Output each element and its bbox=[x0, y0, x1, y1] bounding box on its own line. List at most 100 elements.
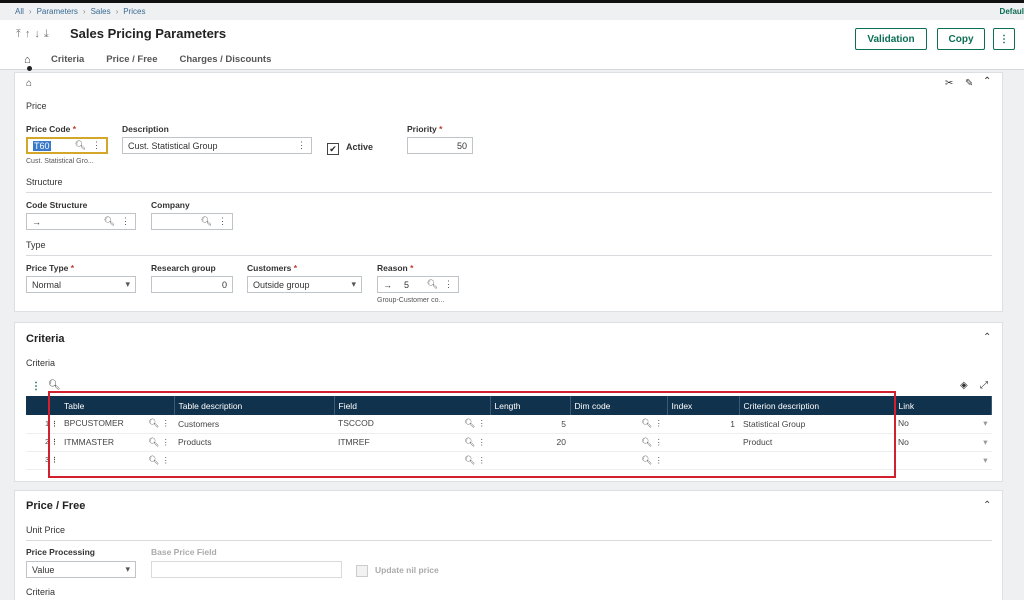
research-group-input[interactable]: 0 bbox=[151, 276, 233, 293]
active-checkbox[interactable]: ✔ bbox=[327, 143, 339, 155]
arrow-right-icon: → bbox=[32, 216, 41, 227]
price-code-label: Price Code * bbox=[26, 124, 77, 134]
next-record-icon[interactable]: ↓ bbox=[34, 28, 40, 41]
first-record-icon[interactable]: ⤒ bbox=[16, 28, 21, 41]
previous-record-icon[interactable]: ↑ bbox=[25, 28, 31, 41]
user-label[interactable]: Defaul bbox=[1000, 7, 1024, 16]
breadcrumb: All › Parameters › Sales › Prices bbox=[15, 7, 146, 16]
base-price-field-input[interactable] bbox=[151, 561, 342, 578]
company-input[interactable]: 🔍︎ ⋮ bbox=[151, 213, 233, 230]
chevron-down-icon: ▾ bbox=[125, 564, 130, 574]
home-icon[interactable]: ⌂ bbox=[26, 78, 32, 89]
active-tab-indicator bbox=[27, 66, 32, 71]
company-label: Company bbox=[151, 200, 190, 210]
main-panel: ⌂ ✂ ✎ ⌃ Price Price Code * T60 🔍︎ ⋮ Cust.… bbox=[14, 72, 1003, 312]
breadcrumb-all[interactable]: All bbox=[15, 7, 24, 16]
more-icon[interactable]: ⋮ bbox=[121, 216, 130, 227]
breadcrumb-prices[interactable]: Prices bbox=[123, 7, 145, 16]
customers-select[interactable]: Outside group ▾ bbox=[247, 276, 362, 293]
chevron-right-icon: › bbox=[115, 7, 119, 16]
search-icon[interactable]: 🔍︎ bbox=[48, 380, 61, 391]
chevron-up-icon[interactable]: ⌃ bbox=[983, 332, 991, 343]
price-code-value: T60 bbox=[33, 140, 51, 151]
reason-input[interactable]: → 5 🔍︎ ⋮ bbox=[377, 276, 459, 293]
chevron-up-icon[interactable]: ⌃ bbox=[983, 76, 991, 87]
section-structure-heading: Structure bbox=[26, 177, 63, 187]
breadcrumb-sales[interactable]: Sales bbox=[91, 7, 111, 16]
column-header-link[interactable]: Link bbox=[894, 396, 992, 415]
search-icon[interactable]: 🔍︎ bbox=[427, 279, 438, 290]
copy-button[interactable]: Copy bbox=[937, 28, 985, 50]
record-navigation: ⤒ ↑ ↓ ⤓ bbox=[16, 28, 49, 41]
more-actions-button[interactable]: ⋮ bbox=[993, 28, 1015, 50]
tab-charges-discounts[interactable]: Charges / Discounts bbox=[180, 54, 272, 65]
divider bbox=[26, 192, 992, 193]
validation-button[interactable]: Validation bbox=[855, 28, 927, 50]
reason-subtext: Group-Customer co... bbox=[377, 297, 445, 304]
more-icon[interactable]: ⋮ bbox=[297, 140, 306, 151]
section-type-heading: Type bbox=[26, 240, 46, 250]
edit-icon[interactable]: ✎ bbox=[965, 78, 973, 89]
highlight-box bbox=[48, 391, 896, 478]
more-icon[interactable]: ⋮ bbox=[444, 279, 453, 290]
expand-icon[interactable]: ⤢ bbox=[980, 380, 988, 391]
chevron-down-icon: ▾ bbox=[125, 279, 130, 289]
reason-label: Reason * bbox=[377, 263, 414, 273]
chevron-down-icon: ▾ bbox=[983, 454, 988, 465]
page-header: ⤒ ↑ ↓ ⤓ Sales Pricing Parameters Validat… bbox=[0, 20, 1024, 71]
tab-criteria[interactable]: Criteria bbox=[51, 54, 84, 65]
search-icon[interactable]: 🔍︎ bbox=[104, 216, 115, 227]
base-price-field-label: Base Price Field bbox=[151, 547, 217, 557]
price-processing-select[interactable]: Value ▾ bbox=[26, 561, 136, 578]
chevron-up-icon[interactable]: ⌃ bbox=[983, 500, 991, 511]
section-tabs: Criteria Price / Free Charges / Discount… bbox=[51, 54, 293, 65]
tab-price-free[interactable]: Price / Free bbox=[106, 54, 157, 65]
chevron-right-icon: › bbox=[28, 7, 32, 16]
criteria-panel-title: Criteria bbox=[26, 333, 65, 345]
code-structure-input[interactable]: → 🔍︎ ⋮ bbox=[26, 213, 136, 230]
more-icon[interactable]: ⋮ bbox=[218, 216, 227, 227]
search-icon[interactable]: 🔍︎ bbox=[75, 140, 86, 151]
description-label: Description bbox=[122, 124, 169, 134]
update-nil-price-checkbox[interactable] bbox=[356, 565, 368, 577]
top-bar bbox=[0, 0, 1024, 3]
price-code-input[interactable]: T60 🔍︎ ⋮ bbox=[26, 137, 108, 154]
customers-value: Outside group bbox=[253, 279, 310, 290]
home-icon[interactable]: ⌂ bbox=[24, 54, 31, 66]
criteria-subtitle: Criteria bbox=[26, 358, 56, 368]
more-icon[interactable]: ⋮ bbox=[92, 140, 101, 151]
research-group-label: Research group bbox=[151, 263, 216, 273]
description-value: Cust. Statistical Group bbox=[128, 140, 218, 151]
price-criteria-heading: Criteria bbox=[26, 587, 56, 597]
price-free-panel: Price / Free ⌃ Unit Price Price Processi… bbox=[14, 490, 1003, 600]
chevron-down-icon: ▾ bbox=[983, 418, 988, 429]
unit-price-heading: Unit Price bbox=[26, 525, 66, 535]
price-processing-label: Price Processing bbox=[26, 547, 95, 557]
priority-input[interactable]: 50 bbox=[407, 137, 473, 154]
chevron-down-icon: ▾ bbox=[983, 436, 988, 447]
last-record-icon[interactable]: ⤓ bbox=[44, 28, 49, 41]
section-price-heading: Price bbox=[26, 101, 47, 111]
tools-icon[interactable]: ✂ bbox=[945, 78, 953, 89]
chevron-right-icon: › bbox=[82, 7, 86, 16]
customers-label: Customers * bbox=[247, 263, 298, 273]
priority-label: Priority * bbox=[407, 124, 443, 134]
cell-link[interactable]: No ▾ bbox=[894, 433, 992, 452]
breadcrumb-parameters[interactable]: Parameters bbox=[37, 7, 78, 16]
update-nil-price-label: Update nil price bbox=[375, 565, 439, 575]
search-icon[interactable]: 🔍︎ bbox=[201, 216, 212, 227]
page-title: Sales Pricing Parameters bbox=[70, 26, 227, 41]
description-input[interactable]: Cust. Statistical Group ⋮ bbox=[122, 137, 312, 154]
cell-link[interactable]: No ▾ bbox=[894, 415, 992, 434]
chevron-down-icon: ▾ bbox=[351, 279, 356, 289]
divider bbox=[26, 540, 992, 541]
price-type-select[interactable]: Normal ▾ bbox=[26, 276, 136, 293]
divider bbox=[26, 255, 992, 256]
price-type-value: Normal bbox=[32, 279, 62, 290]
grid-menu-icon[interactable]: ⋮ bbox=[31, 381, 41, 392]
cell-link[interactable]: ▾ bbox=[894, 451, 992, 470]
layers-icon[interactable]: ◈ bbox=[960, 380, 968, 391]
arrow-right-icon: → bbox=[383, 279, 392, 290]
code-structure-label: Code Structure bbox=[26, 200, 88, 210]
price-processing-value: Value bbox=[32, 564, 55, 575]
